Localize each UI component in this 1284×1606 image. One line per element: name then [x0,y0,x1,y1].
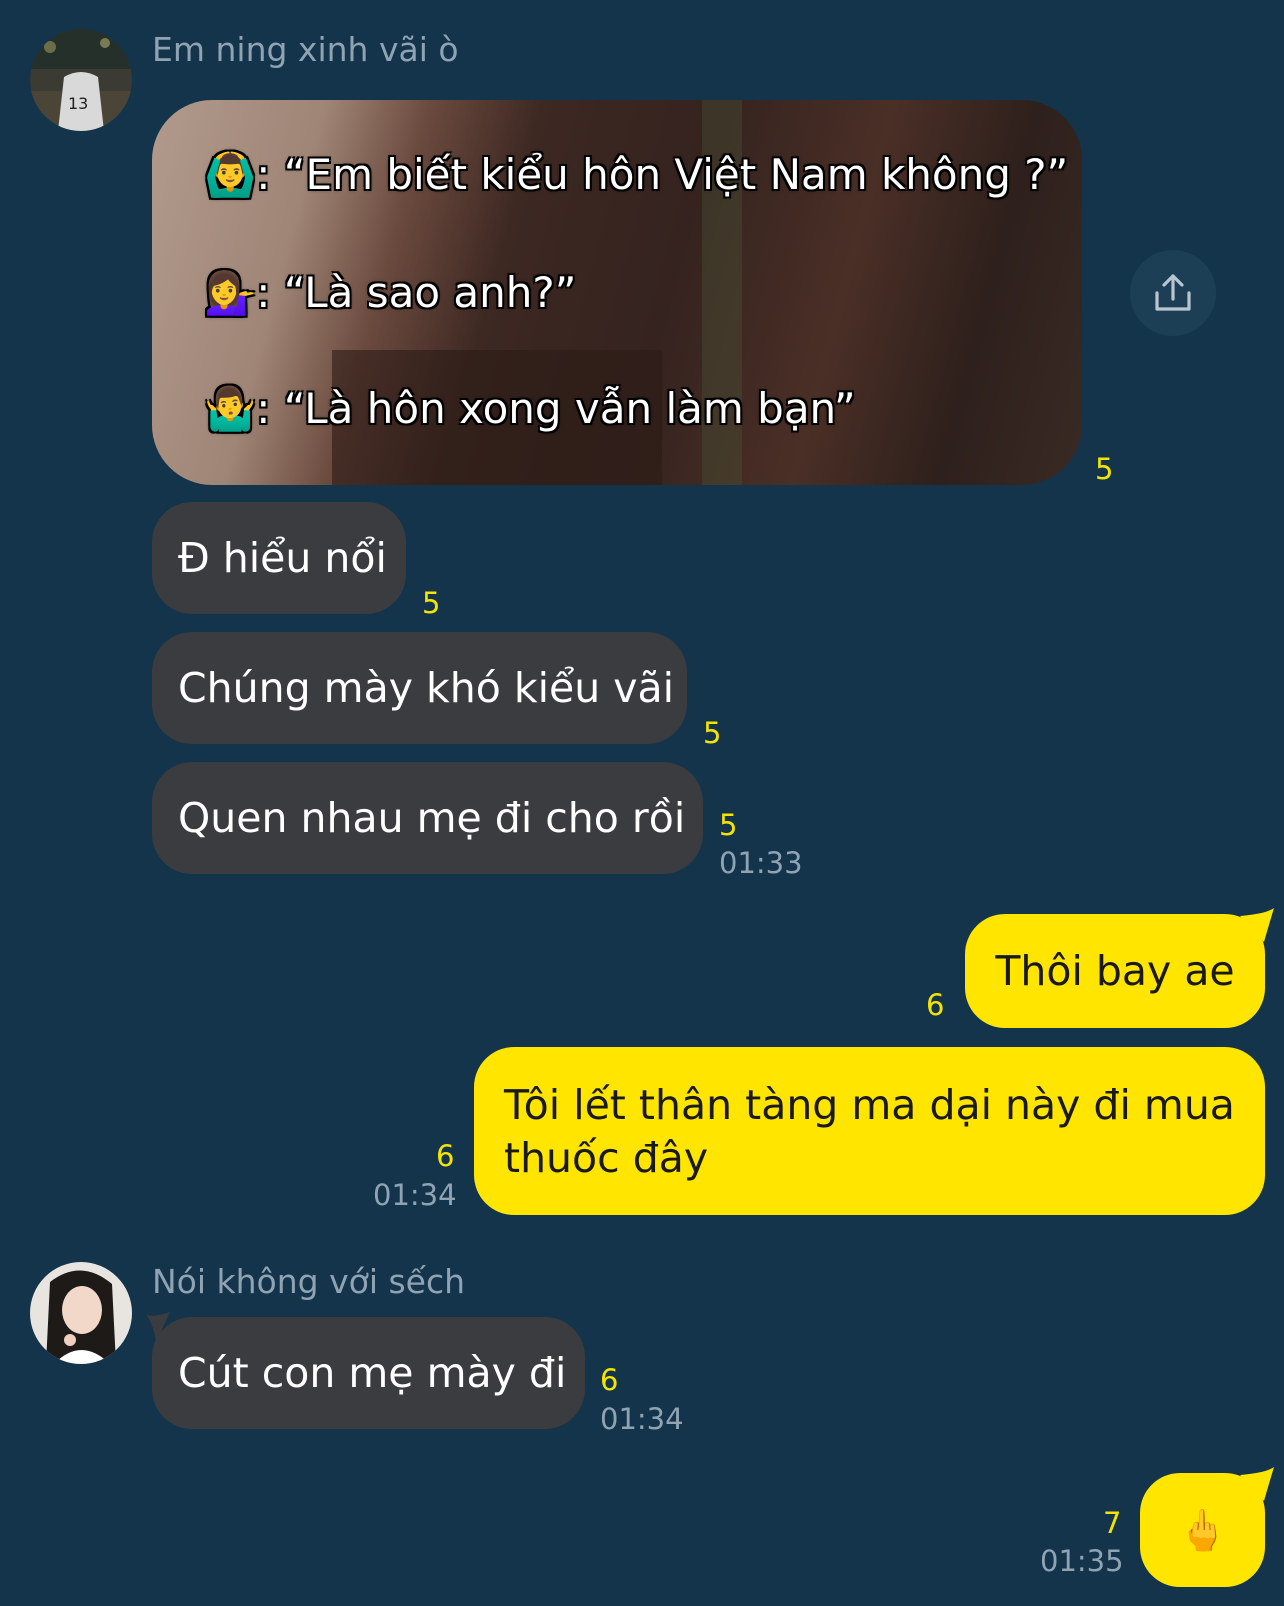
message-bubble[interactable]: Đ hiểu nổi [152,502,406,614]
timestamp: 01:33 [719,846,803,880]
message-bubble[interactable]: Chúng mày khó kiểu vãi [152,632,687,744]
image-caption-line: 💁‍♀️: “Là sao anh?” [204,268,577,317]
image-caption-line: 🤷‍♂️: “Là hôn xong vẫn làm bạn” [204,384,856,433]
unread-count: 5 [703,716,722,750]
unread-count: 6 [926,988,945,1022]
message-bubble[interactable]: Thôi bay ae [965,914,1265,1028]
unread-count: 5 [719,808,738,842]
unread-count: 5 [1095,452,1114,486]
person-shrugging-icon: 🤷‍♂️ [204,384,257,433]
timestamp: 01:34 [600,1402,684,1436]
avatar[interactable]: 13 [30,29,132,131]
image-message[interactable]: 🙆‍♂️: “Em biết kiểu hôn Việt Nam không ?… [152,100,1082,485]
message-bubble[interactable]: Cút con mẹ mày đi [152,1317,585,1429]
unread-count: 6 [436,1139,455,1173]
bubble-tail [1240,1467,1274,1501]
sender-name: Em ning xinh vãi ò [152,30,459,69]
unread-count: 7 [1103,1506,1122,1540]
middle-finger-icon: 🖕 [1177,1507,1228,1554]
unread-count: 5 [422,586,441,620]
person-gesturing-icon: 🙆‍♂️ [204,150,257,199]
share-button[interactable] [1130,250,1216,336]
person-tipping-hand-icon: 💁‍♀️ [204,268,257,317]
message-text: thuốc đây [504,1134,709,1182]
sender-name: Nói không với sếch [152,1262,466,1301]
timestamp: 01:34 [373,1178,457,1212]
message-bubble[interactable]: Quen nhau mẹ đi cho rồi [152,762,703,874]
bubble-tail [1240,908,1274,942]
unread-count: 6 [600,1363,619,1397]
share-icon [1155,274,1191,311]
image-caption-line: 🙆‍♂️: “Em biết kiểu hôn Việt Nam không ?… [204,150,1069,199]
svg-text:13: 13 [68,94,88,113]
message-bubble[interactable]: Tôi lết thân tàng ma dại này đi mua thuố… [474,1047,1265,1215]
message-text: Thôi bay ae [995,947,1235,995]
message-text: Tôi lết thân tàng ma dại này đi mua [504,1081,1235,1129]
timestamp: 01:35 [1040,1544,1124,1578]
avatar[interactable] [30,1262,132,1364]
